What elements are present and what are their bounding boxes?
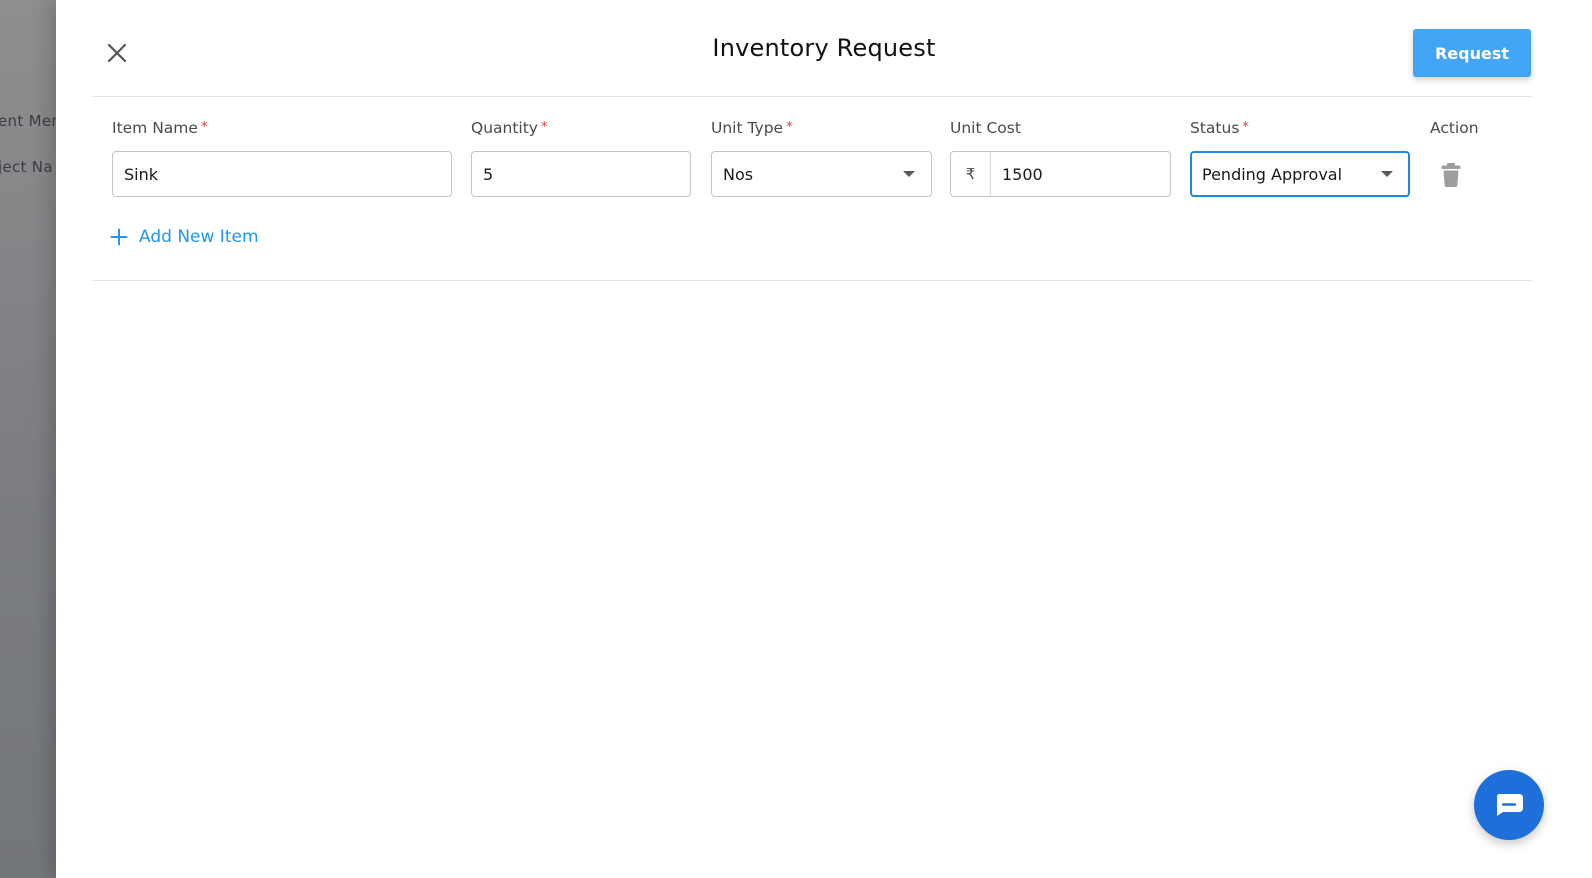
unit-type-value: Nos bbox=[723, 164, 754, 184]
status-label-text: Status bbox=[1190, 119, 1240, 137]
inventory-request-drawer: Inventory Request Request Item Name * Qua… bbox=[56, 0, 1592, 878]
dropdown-arrow-icon bbox=[903, 171, 915, 177]
quantity-label-text: Quantity bbox=[471, 119, 538, 137]
header-divider bbox=[93, 96, 1532, 97]
item-name-label-text: Item Name bbox=[112, 119, 198, 137]
quantity-label: Quantity * bbox=[471, 119, 547, 137]
required-mark: * bbox=[200, 120, 208, 135]
item-name-label: Item Name * bbox=[112, 119, 207, 137]
dropdown-arrow-icon bbox=[1381, 171, 1393, 177]
form-bottom-divider bbox=[93, 280, 1532, 281]
status-select[interactable]: Pending Approval bbox=[1190, 151, 1410, 197]
app-screen: ent Mene ject Na Inventory Request Reque… bbox=[0, 0, 1592, 878]
chat-bubble-icon bbox=[1497, 794, 1523, 816]
plus-icon bbox=[110, 228, 128, 246]
unit-type-label: Unit Type * bbox=[711, 119, 793, 137]
unit-cost-field: ₹ bbox=[950, 151, 1171, 197]
dialog-title: Inventory Request bbox=[712, 34, 936, 62]
background-project-text: ject Na bbox=[0, 158, 53, 176]
quantity-field bbox=[471, 151, 691, 197]
required-mark: * bbox=[540, 120, 548, 135]
item-name-input[interactable] bbox=[113, 152, 451, 196]
unit-type-label-text: Unit Type bbox=[711, 119, 784, 137]
unit-type-select[interactable]: Nos bbox=[711, 151, 932, 197]
chat-button[interactable] bbox=[1474, 770, 1544, 840]
delete-row-button[interactable] bbox=[1440, 162, 1462, 188]
add-new-item-label: Add New Item bbox=[139, 227, 259, 247]
background-overlay[interactable]: ent Mene ject Na bbox=[0, 0, 56, 878]
add-new-item-button[interactable]: Add New Item bbox=[110, 227, 259, 247]
action-label-text: Action bbox=[1430, 119, 1479, 137]
action-label: Action bbox=[1430, 119, 1479, 137]
status-value: Pending Approval bbox=[1202, 164, 1343, 184]
request-button[interactable]: Request bbox=[1413, 29, 1531, 77]
unit-cost-input[interactable] bbox=[991, 152, 1170, 196]
unit-cost-label: Unit Cost bbox=[950, 119, 1021, 137]
status-label: Status * bbox=[1190, 119, 1249, 137]
currency-symbol: ₹ bbox=[951, 152, 991, 196]
required-mark: * bbox=[1242, 120, 1249, 135]
required-mark: * bbox=[786, 120, 793, 135]
item-name-field bbox=[112, 151, 452, 197]
quantity-input[interactable] bbox=[472, 152, 690, 196]
background-menu-text: ent Mene bbox=[0, 112, 56, 130]
unit-cost-label-text: Unit Cost bbox=[950, 119, 1021, 137]
trash-icon bbox=[1441, 163, 1461, 187]
